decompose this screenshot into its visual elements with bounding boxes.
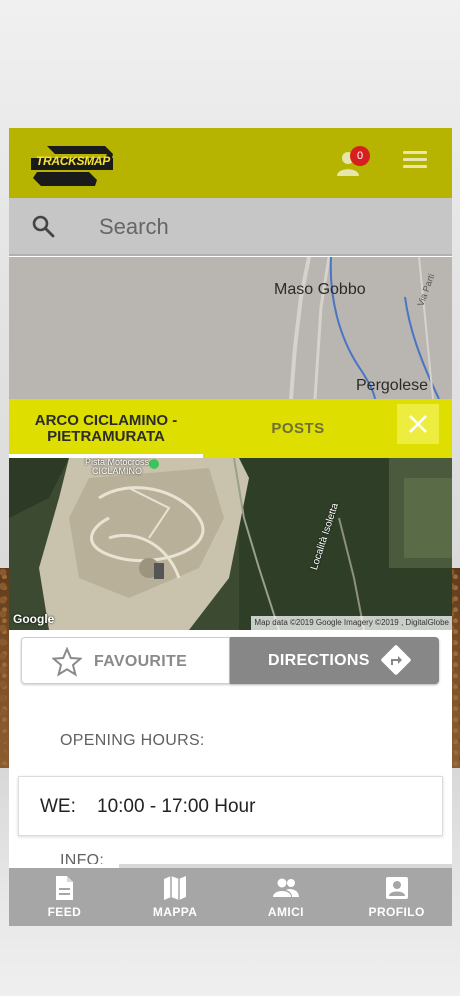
- google-logo: Google: [13, 612, 55, 626]
- search-input[interactable]: [99, 211, 419, 243]
- opening-hours-heading: OPENING HOURS:: [60, 732, 205, 749]
- track-panel-tabs: ARCO CICLAMINO - PIETRAMURATA POSTS: [9, 399, 452, 458]
- directions-button[interactable]: DIRECTIONS: [230, 637, 439, 684]
- map-place-label: Pergolese: [356, 377, 429, 394]
- close-button[interactable]: [397, 404, 439, 444]
- hours-day: WE:: [40, 796, 76, 817]
- hours-time: 10:00 - 17:00 Hour: [97, 796, 256, 817]
- map-attribution[interactable]: Map data ©2019 Google Imagery ©2019 , Di…: [251, 616, 452, 630]
- tab-track-label: ARCO CICLAMINO - PIETRAMURATA: [34, 412, 178, 445]
- satellite-imagery: [9, 458, 452, 630]
- app-screen: TRACKSMAP 0 Maso Gobbo Pergolese Via Par…: [9, 128, 452, 926]
- map-place-label: Maso Gobbo: [274, 281, 366, 298]
- people-icon: [272, 878, 299, 897]
- top-bar: TRACKSMAP 0: [9, 128, 452, 198]
- bottom-navigation: FEED MAPPA AMICI PROFILO: [9, 868, 452, 926]
- nav-feed-label: FEED: [47, 905, 82, 919]
- tab-posts[interactable]: POSTS: [213, 399, 383, 458]
- satellite-place-label: Pista Motocross CICLAMINO: [84, 458, 150, 476]
- satellite-map[interactable]: Pista Motocross CICLAMINO Località Isole…: [9, 458, 452, 630]
- nav-mappa[interactable]: MAPPA: [120, 868, 231, 926]
- directions-label: DIRECTIONS: [268, 652, 370, 669]
- document-icon: [56, 876, 74, 900]
- tab-posts-label: POSTS: [271, 420, 325, 437]
- favourite-label: FAVOURITE: [94, 653, 188, 670]
- opening-hours-row: WE: 10:00 - 17:00 Hour: [18, 776, 443, 836]
- nav-feed[interactable]: FEED: [9, 868, 120, 926]
- map-icon: [164, 876, 187, 900]
- nav-amici-label: AMICI: [267, 905, 304, 919]
- search-icon[interactable]: [31, 214, 55, 238]
- tab-track-info[interactable]: ARCO CICLAMINO - PIETRAMURATA: [9, 399, 203, 458]
- notification-badge: 0: [350, 146, 370, 166]
- directions-icon: [381, 645, 411, 675]
- hamburger-menu-icon[interactable]: [401, 151, 429, 175]
- profile-icon: [385, 877, 408, 899]
- search-bar: [9, 198, 452, 256]
- nav-profilo[interactable]: PROFILO: [341, 868, 452, 926]
- map-view[interactable]: Maso Gobbo Pergolese Via Parti: [9, 257, 452, 399]
- star-icon: [52, 647, 82, 677]
- nav-profilo-label: PROFILO: [368, 905, 425, 919]
- nav-mappa-label: MAPPA: [152, 905, 198, 919]
- close-icon: [409, 415, 427, 433]
- favourite-button[interactable]: FAVOURITE: [21, 637, 230, 684]
- nav-amici[interactable]: AMICI: [231, 868, 342, 926]
- logo-text: TRACKSMAP: [36, 154, 110, 168]
